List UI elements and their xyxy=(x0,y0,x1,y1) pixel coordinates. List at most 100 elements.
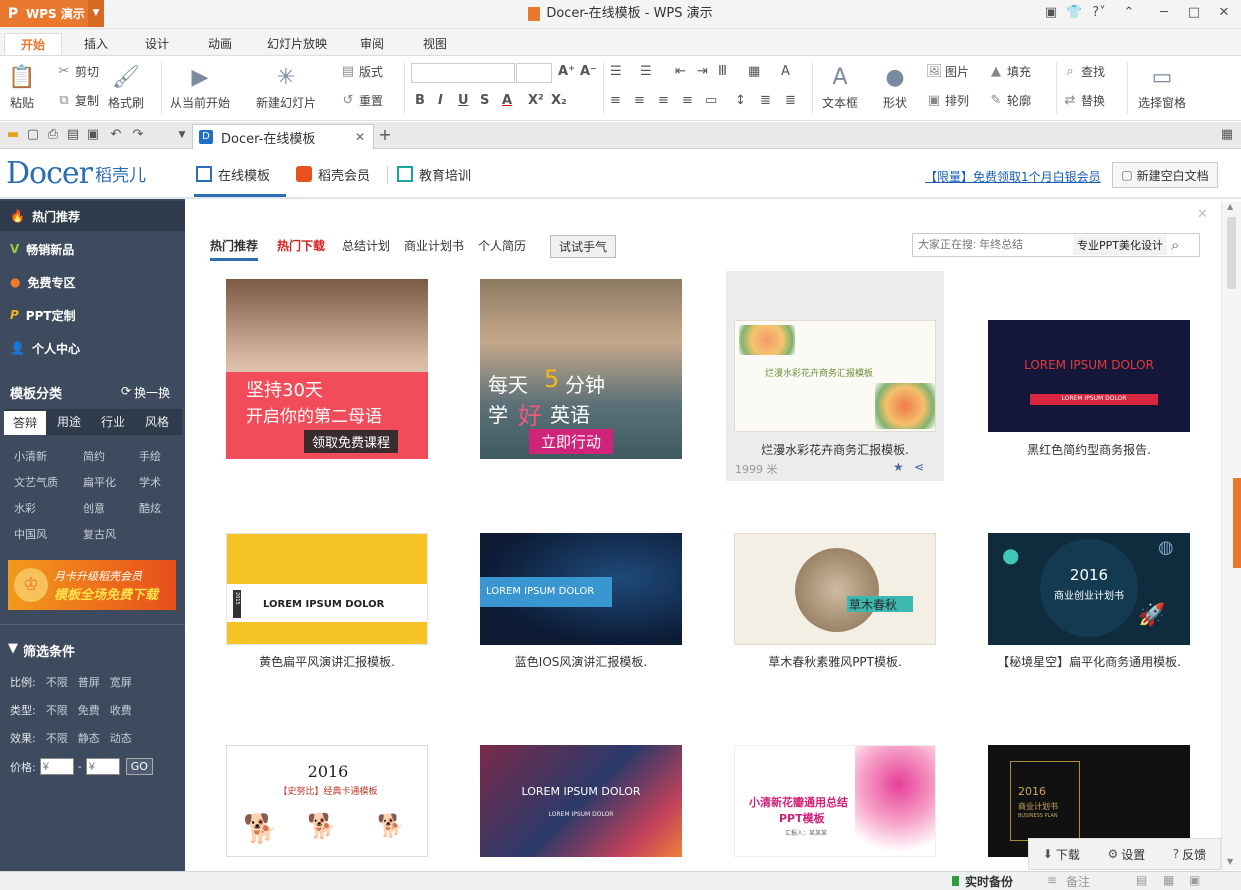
filter-option[interactable]: 不限 xyxy=(46,702,68,718)
filter-option[interactable]: 不限 xyxy=(46,730,68,746)
textbox-button[interactable]: A 文本框 xyxy=(822,64,858,111)
from-current-button[interactable]: ▶ 从当前开始 xyxy=(170,64,230,111)
new-tab-icon[interactable]: + xyxy=(377,127,393,143)
category-tab-industry[interactable]: 行业 xyxy=(92,409,134,435)
indent-increase-icon[interactable]: ⇥ xyxy=(697,64,708,79)
replace-button[interactable]: ⇄ 替换 xyxy=(1062,92,1105,109)
open-folder-icon[interactable]: ▬ xyxy=(5,127,21,143)
category-item[interactable]: 手绘 xyxy=(139,448,161,464)
align-left-icon[interactable]: ≡ xyxy=(610,93,621,108)
category-item[interactable]: 中国风 xyxy=(14,526,47,542)
try-luck-button[interactable]: 试试手气 xyxy=(550,235,617,258)
superscript-icon[interactable]: X² xyxy=(528,93,544,108)
bold-icon[interactable]: B xyxy=(415,93,425,108)
selection-pane-button[interactable]: ▭ 选择窗格 xyxy=(1138,64,1186,111)
ad-card-english-2[interactable]: 每天 5 分钟 学 好 英语 立即行动 xyxy=(480,279,682,459)
redo-icon[interactable]: ↷ xyxy=(130,127,146,143)
text-direction-icon[interactable]: Ⅲ xyxy=(718,64,727,79)
normal-view-icon[interactable]: ▤ xyxy=(1136,873,1147,887)
justify-icon[interactable]: ≡ xyxy=(682,93,693,108)
template-thumb-snoopy[interactable]: 2016 【史努比】经典卡通模板 🐕 🐕 🐕 xyxy=(226,745,428,857)
minimize-icon[interactable]: ─ xyxy=(1156,5,1172,21)
font-name-combo[interactable] xyxy=(411,63,515,83)
category-item[interactable]: 小清新 xyxy=(14,448,47,464)
filter-option[interactable]: 动态 xyxy=(110,730,132,746)
filter-option[interactable]: 普屏 xyxy=(78,674,100,690)
indent-decrease-icon[interactable]: ⇤ xyxy=(675,64,686,79)
skin-icon[interactable]: ▣ xyxy=(1043,5,1059,21)
close-tab-icon[interactable]: ✕ xyxy=(355,130,365,144)
outline-button[interactable]: ✎ 轮廓 xyxy=(988,92,1031,109)
numbering-icon[interactable]: ☰ xyxy=(640,64,652,79)
share-icon[interactable]: ⋖ xyxy=(914,460,924,474)
sidebar-item-personal[interactable]: 👤 个人中心 xyxy=(10,338,80,358)
export-icon[interactable]: ▤ xyxy=(65,127,81,143)
template-thumb-starry[interactable]: 2016 商业创业计划书 ● ◍ 🚀 xyxy=(988,533,1190,645)
shape-button[interactable]: ● 形状 xyxy=(881,64,909,111)
template-caption[interactable]: 【秘境星空】扁平化商务通用模板. xyxy=(969,653,1209,670)
tab-design[interactable]: 设计 xyxy=(133,33,181,57)
template-caption[interactable]: 蓝色IOS风演讲汇报模板. xyxy=(461,653,701,670)
italic-icon[interactable]: I xyxy=(438,93,443,108)
reading-view-icon[interactable]: ▣ xyxy=(1189,873,1200,887)
price-max-input[interactable] xyxy=(85,758,120,775)
feedback-button[interactable]: ? 反馈 xyxy=(1173,846,1206,863)
template-thumb-blackred[interactable]: LOREM IPSUM DOLOR LOREM IPSUM DOLOR xyxy=(988,320,1190,432)
template-thumb-yellow[interactable]: 2015 LOREM IPSUM DOLOR xyxy=(226,533,428,645)
gallery-tab-summary[interactable]: 总结计划 xyxy=(342,237,390,254)
category-tab-style[interactable]: 风格 xyxy=(136,409,178,435)
collapse-ribbon-icon[interactable]: ⌃ xyxy=(1121,5,1137,21)
gallery-tab-resume[interactable]: 个人简历 xyxy=(478,237,526,254)
fill-button[interactable]: ▲ 填充 xyxy=(988,63,1031,80)
price-min-input[interactable] xyxy=(39,758,74,775)
font-size-combo[interactable] xyxy=(516,63,552,83)
refresh-button[interactable]: ⟳ 换一换 xyxy=(121,384,170,401)
category-item[interactable]: 创意 xyxy=(83,500,105,516)
font-grow-icon[interactable]: A⁺ xyxy=(558,64,575,79)
ad-cta-button[interactable]: 领取免费课程 xyxy=(304,430,399,453)
align-right-icon[interactable]: ≡ xyxy=(658,93,669,108)
filter-option[interactable]: 静态 xyxy=(78,730,100,746)
tab-review[interactable]: 审阅 xyxy=(348,33,396,57)
category-item[interactable]: 水彩 xyxy=(14,500,36,516)
close-icon[interactable]: ✕ xyxy=(1216,5,1232,21)
gallery-tab-downloads[interactable]: 热门下载 xyxy=(277,237,325,254)
template-thumb-caomu[interactable]: 草木春秋 xyxy=(734,533,936,645)
nav-online-templates[interactable]: 在线模板 xyxy=(196,162,270,186)
arrange-button[interactable]: ▣ 排列 xyxy=(926,92,969,109)
format-painter-button[interactable]: 🖌 格式刷 xyxy=(108,64,144,111)
category-item[interactable]: 复古风 xyxy=(83,526,116,542)
cut-button[interactable]: ✂ 剪切 xyxy=(56,63,99,80)
settings-button[interactable]: ⚙ 设置 xyxy=(1107,846,1145,863)
template-caption[interactable]: 黑红色简约型商务报告. xyxy=(969,441,1209,458)
scroll-down-icon[interactable]: ▼ xyxy=(1227,857,1233,866)
backup-status[interactable]: 实时备份 xyxy=(965,873,1013,890)
tab-list-icon[interactable]: ▦ xyxy=(1219,127,1235,143)
filter-option[interactable]: 宽屏 xyxy=(110,674,132,690)
search-box[interactable]: 专业PPT美化设计 ⌕ xyxy=(912,233,1200,257)
new-blank-document-button[interactable]: ▢ 新建空白文档 xyxy=(1112,162,1218,188)
new-slide-button[interactable]: ✳ 新建幻灯片 xyxy=(256,64,316,111)
reset-button[interactable]: ↺ 重置 xyxy=(340,92,383,109)
copy-button[interactable]: ⧉ 复制 xyxy=(56,92,99,109)
chevron-down-icon[interactable]: ▼ xyxy=(174,127,190,143)
price-go-button[interactable]: GO xyxy=(125,758,153,775)
category-item[interactable]: 文艺气质 xyxy=(14,474,58,490)
template-thumb-gradient[interactable]: LOREM IPSUM DOLOR LOREM IPSUM DOLOR xyxy=(480,745,682,857)
template-thumb-petals[interactable]: 小清新花瓣通用总结 PPT模板 汇报人：某某某 xyxy=(734,745,936,857)
category-item[interactable]: 简约 xyxy=(83,448,105,464)
template-thumb-watercolor[interactable]: 烂漫水彩花卉商务汇报模板 xyxy=(734,320,936,432)
layout-button[interactable]: ▤ 版式 xyxy=(340,63,383,80)
subscript-icon[interactable]: X₂ xyxy=(551,93,567,108)
sidebar-item-free[interactable]: ● 免费专区 xyxy=(10,272,76,292)
help-icon[interactable]: ?˅ xyxy=(1090,5,1108,21)
category-tab-defense[interactable]: 答辩 xyxy=(4,411,46,435)
template-caption[interactable]: 草木春秋素雅风PPT模板. xyxy=(715,653,955,670)
text-align-icon[interactable]: A xyxy=(781,64,790,79)
sidebar-item-new[interactable]: V 畅销新品 xyxy=(10,239,74,259)
scroll-thumb[interactable] xyxy=(1227,217,1236,289)
member-banner[interactable]: ♔ 月卡升级稻壳会员 模板全场免费下载 xyxy=(8,560,176,610)
favorite-icon[interactable]: ★ xyxy=(893,460,904,474)
print-icon[interactable]: ⎙ xyxy=(45,127,61,143)
distribute-icon[interactable]: ▭ xyxy=(705,93,717,108)
